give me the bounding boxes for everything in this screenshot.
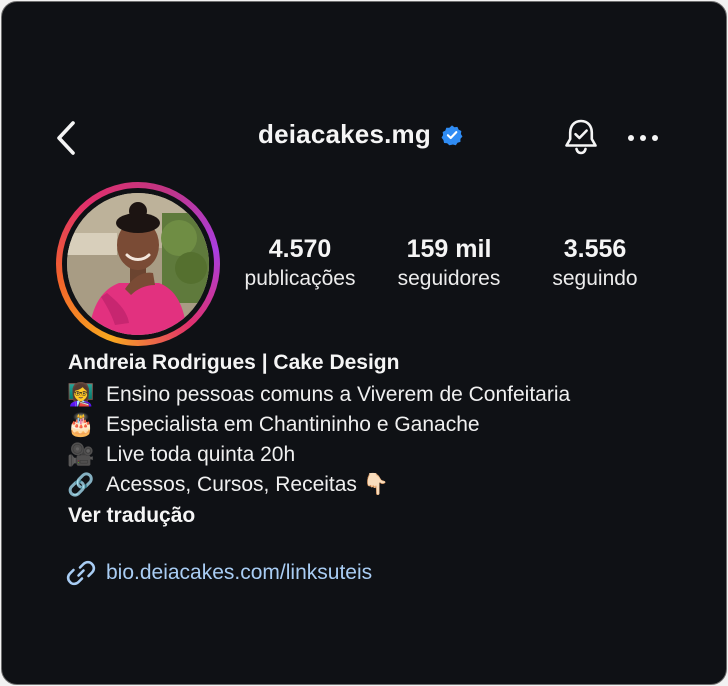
bio-line: 🎥 Live toda quinta 20h: [66, 440, 686, 470]
avatar-photo: [67, 193, 209, 335]
followers-label: seguidores: [397, 267, 501, 290]
bio-line-text: Ensino pessoas comuns a Viverem de Confe…: [106, 383, 571, 406]
teacher-emoji-icon: 👩‍🏫: [67, 382, 95, 407]
bio-line: 👩‍🏫 Ensino pessoas comuns a Viverem de C…: [66, 380, 686, 410]
followers-stat[interactable]: 159 mil seguidores: [386, 234, 512, 294]
chevron-left-icon: [57, 121, 75, 155]
bio: 👩‍🏫 Ensino pessoas comuns a Viverem de C…: [66, 380, 686, 500]
bio-line-text: Especialista em Chantininho e Ganache: [106, 413, 480, 436]
following-label: seguindo: [552, 267, 638, 290]
notifications-button[interactable]: [560, 116, 602, 158]
bio-line: 🎂 Especialista em Chantininho e Ganache: [66, 410, 686, 440]
profile-screen: deiacakes.mg 4.570 publicações 159 mil s…: [1, 1, 727, 685]
link-icon: [66, 560, 96, 586]
bell-check-icon: [565, 119, 597, 155]
posts-count: 4.570: [268, 235, 332, 263]
bio-link-text[interactable]: bio.deiacakes.com/linksuteis: [106, 561, 372, 585]
bio-line-text: Live toda quinta 20h: [106, 443, 296, 466]
header-title: deiacakes.mg: [258, 119, 463, 150]
posts-stat[interactable]: 4.570 publicações: [232, 234, 368, 294]
back-button[interactable]: [48, 118, 84, 158]
following-stat[interactable]: 3.556 seguindo: [540, 234, 650, 294]
profile-avatar[interactable]: [67, 193, 209, 335]
followers-count: 159 mil: [406, 235, 492, 263]
bio-link[interactable]: bio.deiacakes.com/linksuteis: [66, 558, 372, 588]
story-ring[interactable]: [56, 182, 220, 346]
more-options-button[interactable]: [622, 122, 664, 154]
cake-emoji-icon: 🎂: [67, 412, 95, 437]
username-title: deiacakes.mg: [258, 119, 431, 149]
following-count: 3.556: [563, 235, 627, 263]
verified-badge-icon: [441, 124, 463, 146]
see-translation-button[interactable]: Ver tradução: [68, 501, 195, 531]
more-horizontal-icon: [628, 135, 658, 141]
bio-line: 🔗 Acessos, Cursos, Receitas 👇🏻: [66, 470, 686, 500]
profile-name: Andreia Rodrigues | Cake Design: [68, 351, 400, 374]
video-camera-emoji-icon: 🎥: [67, 442, 95, 467]
link-emoji-icon: 🔗: [67, 472, 95, 497]
posts-label: publicações: [244, 267, 356, 290]
bio-line-text: Acessos, Cursos, Receitas 👇🏻: [106, 473, 389, 496]
